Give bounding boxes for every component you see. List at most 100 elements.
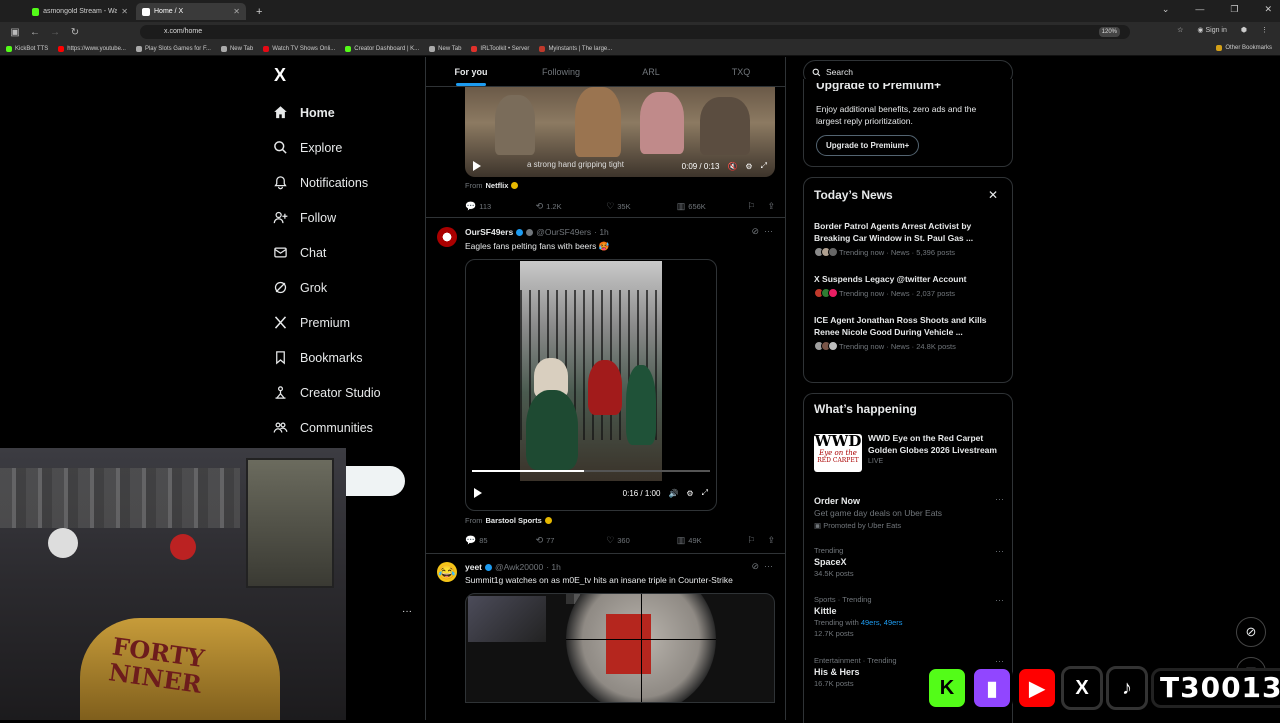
fullscreen-icon[interactable]: ⤢ — [702, 488, 708, 498]
source-link[interactable]: Netflix — [486, 181, 509, 190]
grok-float-button[interactable]: ⊘ — [1236, 617, 1266, 647]
reload-icon[interactable]: ↻ — [70, 27, 80, 38]
fullscreen-icon[interactable]: ⤢ — [761, 161, 767, 171]
profile-sign-in[interactable]: ◉ Sign in — [1197, 26, 1226, 34]
tab-for-you[interactable]: For you — [426, 57, 516, 86]
sidebar-item-home[interactable]: Home — [272, 95, 422, 130]
tab-search-icon[interactable]: ⌄ — [1162, 4, 1170, 15]
event-item[interactable]: WWD Eye on the Red Carpet Golden Globes … — [868, 432, 1003, 465]
minimize-icon[interactable]: — — [1195, 4, 1204, 15]
sidebar-item-explore[interactable]: Explore — [272, 130, 422, 165]
reply-button[interactable]: 💬 113 — [465, 201, 536, 212]
close-tab-icon[interactable]: ✕ — [233, 7, 240, 16]
zoom-badge[interactable]: 120% — [1098, 27, 1120, 37]
author-handle[interactable]: @OurSF49ers — [536, 227, 591, 237]
grok-icon[interactable]: ⊘ — [751, 226, 759, 236]
views-button[interactable]: ▥ 49K — [677, 535, 748, 546]
new-tab-button[interactable]: + — [250, 3, 266, 20]
upgrade-premium-button[interactable]: Upgrade to Premium+ — [816, 135, 920, 156]
x-logo-icon[interactable]: X — [274, 65, 422, 95]
sidebar-item-bookmarks[interactable]: Bookmarks — [272, 340, 422, 375]
menu-icon[interactable]: ⋮ — [1261, 26, 1268, 34]
play-icon[interactable] — [473, 161, 481, 171]
views-button[interactable]: ▥ 656K — [677, 201, 748, 212]
video-player[interactable] — [465, 593, 775, 703]
settings-icon[interactable]: ⚙ — [745, 162, 752, 171]
sidebar-item-grok[interactable]: Grok — [272, 270, 422, 305]
volume-icon[interactable]: 🔊 — [668, 489, 678, 498]
other-bookmarks[interactable]: Other Bookmarks — [1216, 45, 1272, 51]
bookmark-item[interactable]: Creator Dashboard | K... — [345, 45, 419, 52]
sidebar-item-communities[interactable]: Communities — [272, 410, 422, 445]
tab-arl[interactable]: ARL — [606, 57, 696, 86]
bookmark-item[interactable]: https://www.youtube... — [58, 45, 126, 52]
post-text: Eagles fans pelting fans with beers 🥵 — [465, 241, 610, 251]
tab-following[interactable]: Following — [516, 57, 606, 86]
like-button[interactable]: ♡ 360 — [606, 535, 677, 546]
reply-button[interactable]: 💬 85 — [465, 535, 536, 546]
sidebar-item-notifications[interactable]: Notifications — [272, 165, 422, 200]
bookmark-item[interactable]: Play Slots Games for F... — [135, 45, 211, 52]
browser-tab-asmongold[interactable]: asmongold Stream - Watch Liv ✕ — [26, 3, 134, 20]
bookmark-icon[interactable]: ⚐ — [747, 535, 755, 546]
play-icon[interactable] — [474, 488, 482, 498]
back-icon[interactable]: ← — [30, 27, 40, 38]
news-item[interactable]: Border Patrol Agents Arrest Activist by … — [814, 220, 1002, 257]
repost-button[interactable]: ⟲ 1.2K — [536, 201, 607, 212]
share-icon[interactable]: ⇪ — [767, 201, 775, 212]
trend-link[interactable]: 49ers, 49ers — [861, 618, 903, 627]
bookmark-item[interactable]: New Tab — [429, 45, 461, 52]
trend-item[interactable]: Trending SpaceX 34.5K posts ··· — [814, 546, 1004, 578]
tab-txq[interactable]: TXQ — [696, 57, 785, 86]
author-name[interactable]: OurSF49ers — [465, 227, 513, 237]
news-item[interactable]: ICE Agent Jonathan Ross Shoots and Kills… — [814, 314, 1002, 351]
video-controls: 0:09 / 0:13 🔇 ⚙ ⤢ — [465, 155, 775, 177]
avatar[interactable] — [437, 227, 457, 247]
more-options-icon[interactable]: ··· — [764, 226, 773, 236]
video-player[interactable]: a strong hand gripping tight 0:09 / 0:13… — [465, 87, 775, 177]
bookmark-item[interactable]: Myinstants | The large... — [539, 45, 612, 52]
bookmark-item[interactable]: Watch TV Shows Onli... — [263, 45, 335, 52]
video-progress-bar[interactable] — [472, 470, 710, 472]
sidebar-item-creator-studio[interactable]: Creator Studio — [272, 375, 422, 410]
trend-item[interactable]: Sports · Trending Kittle Trending with 4… — [814, 595, 1004, 638]
sidebar-item-premium[interactable]: Premium — [272, 305, 422, 340]
more-options-icon[interactable]: ··· — [764, 561, 773, 571]
close-window-icon[interactable]: ✕ — [1264, 4, 1272, 15]
volume-icon[interactable]: 🔇 — [727, 162, 737, 171]
news-item[interactable]: X Suspends Legacy @twitter Account Trend… — [814, 273, 1002, 298]
more-options-icon[interactable]: ··· — [995, 595, 1004, 605]
account-more-icon[interactable]: ··· — [402, 606, 412, 617]
source-link[interactable]: Barstool Sports — [486, 516, 542, 525]
share-icon[interactable]: ⇪ — [767, 535, 775, 546]
extensions-icon[interactable]: ⬢ — [1241, 26, 1247, 34]
like-button[interactable]: ♡ 35K — [606, 201, 677, 212]
address-bar[interactable]: x.com/home 120% — [140, 25, 1130, 39]
more-options-icon[interactable]: ··· — [995, 656, 1004, 666]
more-options-icon[interactable]: ··· — [995, 494, 1004, 504]
repost-button[interactable]: ⟲ 77 — [536, 535, 607, 546]
sidebar-toggle-icon[interactable]: ▣ — [10, 27, 20, 38]
close-icon[interactable]: ✕ — [988, 188, 998, 202]
post-actions: 💬 113 ⟲ 1.2K ♡ 35K ▥ 656K ⚐ ⇪ — [465, 201, 775, 212]
bookmark-item[interactable]: IRLToolkit • Server — [471, 45, 529, 52]
sidebar-item-follow[interactable]: Follow — [272, 200, 422, 235]
more-options-icon[interactable]: ··· — [995, 546, 1004, 556]
sidebar-item-chat[interactable]: Chat — [272, 235, 422, 270]
close-tab-icon[interactable]: ✕ — [121, 7, 128, 16]
grok-icon[interactable]: ⊘ — [751, 561, 759, 571]
bookmark-item[interactable]: New Tab — [220, 45, 253, 52]
post-button[interactable] — [346, 466, 405, 496]
bookmark-star-icon[interactable]: ☆ — [1177, 26, 1183, 34]
author-handle[interactable]: @Awk20000 — [495, 562, 543, 572]
bookmark-item[interactable]: KickBot TTS — [6, 45, 48, 52]
bookmark-icon[interactable]: ⚐ — [747, 201, 755, 212]
settings-icon[interactable]: ⚙ — [686, 489, 693, 498]
maximize-icon[interactable]: ❐ — [1230, 4, 1238, 15]
forward-icon[interactable]: → — [50, 27, 60, 38]
browser-tab-home-x[interactable]: Home / X ✕ — [136, 3, 246, 20]
avatar[interactable]: 😂 — [437, 562, 457, 582]
promoted-trend[interactable]: Order Now Get game day deals on Uber Eat… — [814, 494, 1004, 530]
author-name[interactable]: yeet — [465, 562, 482, 572]
video-player[interactable]: 0:16 / 1:00 🔊 ⚙ ⤢ — [465, 259, 717, 511]
